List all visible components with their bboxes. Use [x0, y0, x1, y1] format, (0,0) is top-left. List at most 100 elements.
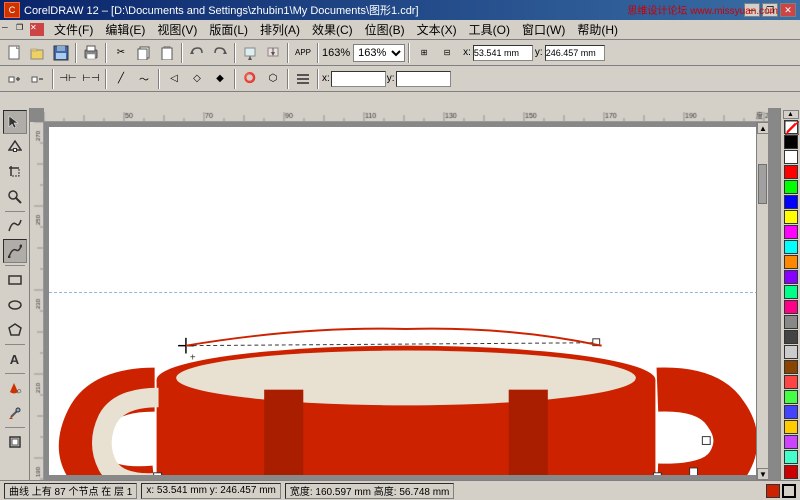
color-swatch-yellow[interactable]: [784, 210, 798, 224]
import-button[interactable]: [239, 42, 261, 64]
color-swatch-white[interactable]: [784, 150, 798, 164]
outline-tool[interactable]: [3, 430, 27, 454]
svg-text:+: +: [190, 352, 196, 363]
color-swatch-orange[interactable]: [784, 255, 798, 269]
snap-to-guideline-button[interactable]: ⊟: [436, 42, 458, 64]
menu-item-window[interactable]: 窗口(W): [516, 19, 571, 40]
menu-item-view[interactable]: 视图(V): [151, 19, 203, 40]
color-swatch-pink[interactable]: [784, 300, 798, 314]
x-input[interactable]: [473, 45, 533, 61]
node-delete-button[interactable]: [27, 68, 49, 90]
open-button[interactable]: [27, 42, 49, 64]
color-swatch-purple[interactable]: [784, 270, 798, 284]
color-swatch-blue[interactable]: [784, 195, 798, 209]
node-symmetric-button[interactable]: ◆: [209, 68, 231, 90]
palette-scroll-up-button[interactable]: ▲: [783, 110, 799, 119]
doc-close-button[interactable]: ✕: [30, 23, 44, 36]
text-tool[interactable]: A: [3, 347, 27, 371]
color-swatch-mint[interactable]: [784, 450, 798, 464]
toolbar-separator-4: [234, 43, 236, 63]
color-swatch-gray[interactable]: [784, 315, 798, 329]
shape-tool[interactable]: [3, 135, 27, 159]
align-nodes-button[interactable]: [292, 68, 314, 90]
menu-item-layout[interactable]: 版面(L): [203, 19, 254, 40]
undo-button[interactable]: [186, 42, 208, 64]
polygon-tool[interactable]: [3, 318, 27, 342]
color-swatch-brown[interactable]: [784, 360, 798, 374]
menu-item-bitmaps[interactable]: 位图(B): [359, 19, 411, 40]
doc-minimize-button[interactable]: ─: [2, 23, 16, 36]
color-swatch-black[interactable]: [784, 135, 798, 149]
node-smooth-button[interactable]: ◇: [186, 68, 208, 90]
color-palette: ▲ ▼: [780, 108, 800, 480]
close-button[interactable]: ✕: [780, 3, 796, 17]
scroll-thumb[interactable]: [758, 164, 767, 204]
export-button[interactable]: [262, 42, 284, 64]
color-swatch-lightred[interactable]: [784, 375, 798, 389]
redo-button[interactable]: [209, 42, 231, 64]
paste-button[interactable]: [156, 42, 178, 64]
y-label: y:: [535, 47, 543, 58]
node-to-line-button[interactable]: ╱: [110, 68, 132, 90]
node-to-curve-button[interactable]: 〜: [133, 68, 155, 90]
no-color-swatch[interactable]: [784, 120, 798, 134]
cut-button[interactable]: ✂: [110, 42, 132, 64]
menu-item-help[interactable]: 帮助(H): [571, 19, 624, 40]
node-break-button[interactable]: ⊢⊣: [80, 68, 102, 90]
node-join-button[interactable]: ⊣⊢: [57, 68, 79, 90]
menu-item-edit[interactable]: 编辑(E): [99, 19, 151, 40]
color-swatch-teal[interactable]: [784, 285, 798, 299]
color-swatch-lime[interactable]: [784, 180, 798, 194]
color-swatch-magenta[interactable]: [784, 225, 798, 239]
ellipse-tool[interactable]: [3, 293, 27, 317]
menu-item-text[interactable]: 文本(X): [411, 19, 463, 40]
color-swatch-lightblue[interactable]: [784, 405, 798, 419]
color-swatch-darkgray[interactable]: [784, 330, 798, 344]
pen-tool[interactable]: [3, 239, 27, 263]
color-swatch-darkred[interactable]: [784, 465, 798, 479]
stretch-nodes-button[interactable]: ⬡: [262, 68, 284, 90]
menu-item-tools[interactable]: 工具(O): [463, 19, 516, 40]
y-input[interactable]: [545, 45, 605, 61]
node-y-input[interactable]: [396, 71, 451, 87]
status-position-text: x: 53.541 mm y: 246.457 mm: [146, 485, 276, 496]
drawing-canvas[interactable]: +: [44, 122, 768, 480]
color-swatch-cyan[interactable]: [784, 240, 798, 254]
guide-line-h: [49, 292, 763, 293]
toolbox: A: [0, 108, 30, 480]
color-swatch-violet[interactable]: [784, 435, 798, 449]
toolbar2-sep5: [287, 69, 289, 89]
eyedropper-tool[interactable]: [3, 401, 27, 425]
tool-separator: [5, 211, 25, 212]
copy-button[interactable]: [133, 42, 155, 64]
toolbar2: ⊣⊢ ⊢⊣ ╱ 〜 ◁ ◇ ◆ ⭕ ⬡ x: y:: [0, 66, 800, 92]
save-button[interactable]: [50, 42, 72, 64]
color-swatch-lightgray[interactable]: [784, 345, 798, 359]
application-launcher-button[interactable]: APP: [292, 42, 314, 64]
freehand-tool[interactable]: [3, 214, 27, 238]
node-x-input[interactable]: [331, 71, 386, 87]
new-button[interactable]: [4, 42, 26, 64]
menu-item-effects[interactable]: 效果(C): [306, 19, 359, 40]
node-add-button[interactable]: [4, 68, 26, 90]
color-swatch-red[interactable]: [784, 165, 798, 179]
toolbar2-sep6: [317, 69, 319, 89]
fill-tool[interactable]: [3, 376, 27, 400]
zoom-select[interactable]: 163% 200% 100% 50%: [353, 44, 405, 62]
zoom-tool[interactable]: [3, 185, 27, 209]
scroll-up-button[interactable]: ▲: [757, 122, 768, 134]
select-tool[interactable]: [3, 110, 27, 134]
toolbar2-sep1: [52, 69, 54, 89]
close-curve-button[interactable]: ⭕: [239, 68, 261, 90]
crop-tool[interactable]: [3, 160, 27, 184]
print-button[interactable]: [80, 42, 102, 64]
menu-item-arrange[interactable]: 排列(A): [254, 19, 306, 40]
doc-restore-button[interactable]: ❐: [16, 23, 30, 36]
snap-to-grid-button[interactable]: ⊞: [413, 42, 435, 64]
rectangle-tool[interactable]: [3, 268, 27, 292]
node-cusp-button[interactable]: ◁: [163, 68, 185, 90]
scroll-down-button[interactable]: ▼: [757, 468, 768, 480]
menu-item-file[interactable]: 文件(F): [48, 19, 99, 40]
color-swatch-gold[interactable]: [784, 420, 798, 434]
color-swatch-lightgreen[interactable]: [784, 390, 798, 404]
